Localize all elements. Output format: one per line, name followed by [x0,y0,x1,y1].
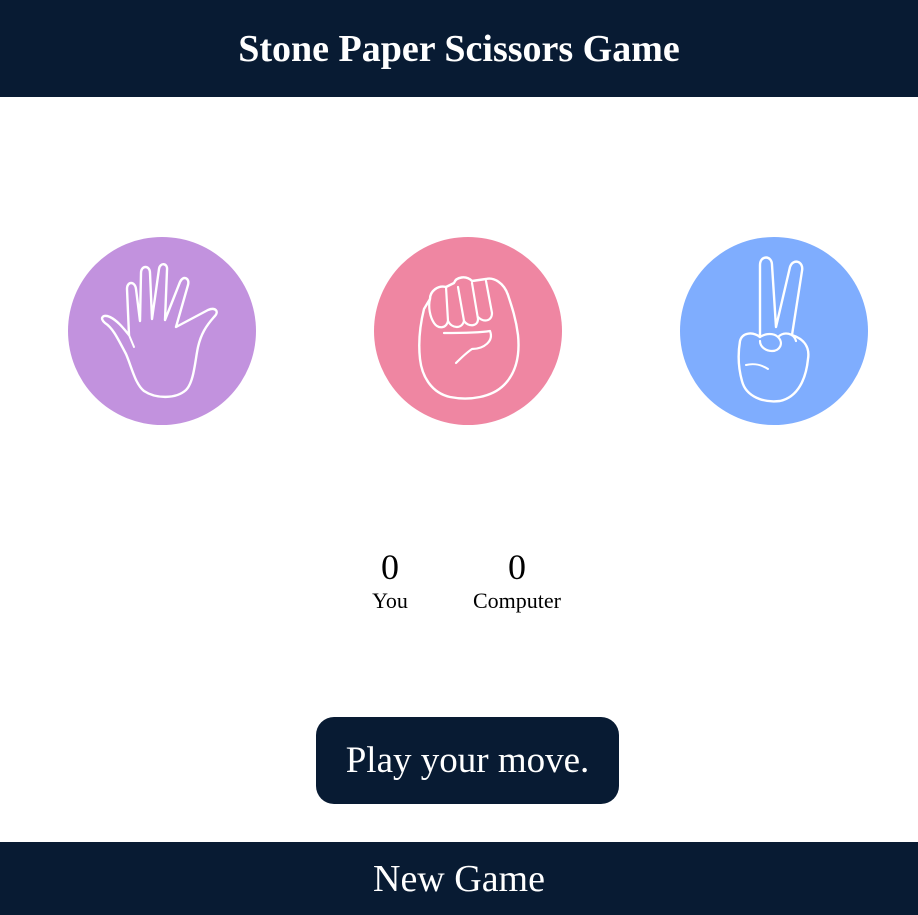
paper-choice-button[interactable] [68,237,256,425]
scissors-choice-button[interactable] [680,237,868,425]
user-score-value: 0 [381,547,399,587]
stone-choice-button[interactable] [374,237,562,425]
computer-score-label: Computer [473,588,561,613]
new-game-button[interactable]: New Game [0,842,918,915]
victory-hand-icon [737,256,810,403]
computer-score-value: 0 [508,547,526,587]
open-hand-icon [100,263,218,399]
user-score-label: You [372,588,408,613]
fist-icon [418,276,520,400]
user-score: 0 You [350,547,430,615]
status-message: Play your move. [316,717,619,804]
header-bar: Stone Paper Scissors Game [0,0,918,97]
page-title: Stone Paper Scissors Game [238,27,680,70]
computer-score: 0 Computer [457,547,577,615]
